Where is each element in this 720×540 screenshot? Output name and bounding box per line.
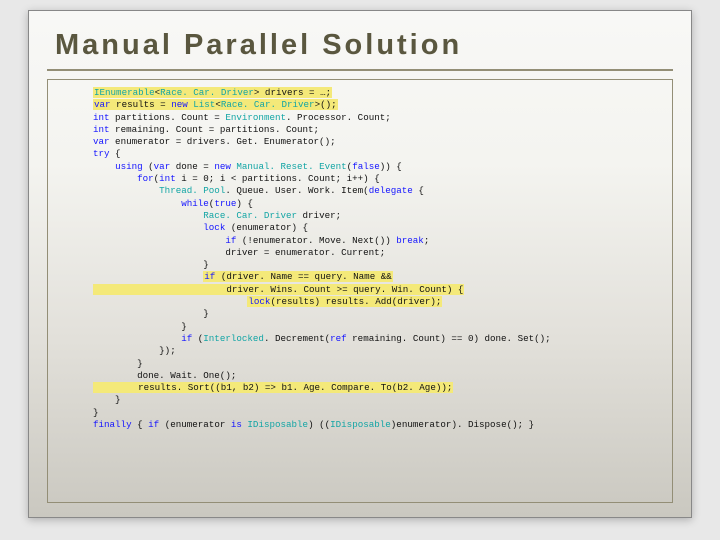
tk: )) { bbox=[380, 161, 402, 172]
tk: var bbox=[93, 136, 110, 147]
tk: { bbox=[413, 185, 424, 196]
tk: lock bbox=[248, 296, 270, 307]
code-pre: IEnumerable<Race. Car. Driver> drivers =… bbox=[93, 87, 661, 431]
tk: . Queue. User. Work. Item( bbox=[225, 185, 368, 196]
tk: while bbox=[181, 198, 209, 209]
tk: break bbox=[396, 235, 424, 246]
tk: Race. Car. Driver bbox=[221, 99, 315, 110]
tk: > drivers = …; bbox=[254, 87, 331, 98]
tk: try bbox=[93, 148, 110, 159]
tk: if bbox=[181, 333, 192, 344]
tk: Environment bbox=[225, 112, 286, 123]
tk: lock bbox=[203, 222, 225, 233]
tk: >(); bbox=[315, 99, 337, 110]
tk: var bbox=[154, 161, 171, 172]
tk bbox=[93, 222, 203, 233]
tk: is bbox=[231, 419, 242, 430]
tk: for bbox=[137, 173, 154, 184]
title-underline bbox=[47, 69, 673, 71]
tk: } bbox=[93, 358, 143, 369]
tk bbox=[93, 210, 203, 221]
tk: i = 0; i < partitions. Count; i++) { bbox=[176, 173, 380, 184]
tk: (!enumerator. Move. Next()) bbox=[236, 235, 396, 246]
tk: partitions. Count = bbox=[110, 112, 226, 123]
tk: driver. Wins. Count >= query. Win. Count… bbox=[94, 284, 463, 295]
tk: IDisposable bbox=[330, 419, 391, 430]
tk: Race. Car. Driver bbox=[203, 210, 297, 221]
tk bbox=[93, 185, 159, 196]
tk: ( bbox=[192, 333, 203, 344]
code-block: IEnumerable<Race. Car. Driver> drivers =… bbox=[93, 87, 661, 431]
tk: var bbox=[94, 99, 111, 110]
tk: finally bbox=[93, 419, 132, 430]
tk bbox=[93, 296, 247, 307]
tk: driver = enumerator. Current; bbox=[93, 247, 385, 258]
tk: } bbox=[93, 394, 121, 405]
tk: ( bbox=[143, 161, 154, 172]
tk: int bbox=[93, 112, 110, 123]
tk: Thread. Pool bbox=[159, 185, 225, 196]
tk: . Decrement( bbox=[264, 333, 330, 344]
tk: } bbox=[93, 407, 99, 418]
tk: if bbox=[204, 271, 215, 282]
tk bbox=[93, 271, 203, 282]
tk: driver; bbox=[297, 210, 341, 221]
tk bbox=[93, 198, 181, 209]
tk bbox=[93, 173, 137, 184]
tk: int bbox=[159, 173, 176, 184]
tk: done. Wait. One(); bbox=[93, 370, 236, 381]
tk: if bbox=[225, 235, 236, 246]
tk: remaining. Count = partitions. Count; bbox=[110, 124, 320, 135]
tk: (enumerator) { bbox=[225, 222, 308, 233]
tk: results = bbox=[111, 99, 172, 110]
tk: Race. Car. Driver bbox=[160, 87, 254, 98]
tk: remaining. Count) == 0) done. Set(); bbox=[347, 333, 551, 344]
tk: (driver. Name == query. Name && bbox=[215, 271, 391, 282]
tk: { bbox=[132, 419, 149, 430]
slide-title: Manual Parallel Solution bbox=[55, 29, 462, 62]
tk bbox=[93, 235, 225, 246]
tk: results. Sort((b1, b2) => b1. Age. Compa… bbox=[94, 382, 452, 393]
tk: enumerator = drivers. Get. Enumerator(); bbox=[110, 136, 336, 147]
tk: ; bbox=[424, 235, 430, 246]
tk: new bbox=[214, 161, 231, 172]
tk: { bbox=[110, 148, 121, 159]
tk: int bbox=[93, 124, 110, 135]
tk: true bbox=[214, 198, 236, 209]
tk: if bbox=[148, 419, 159, 430]
tk: false bbox=[352, 161, 380, 172]
tk: List bbox=[193, 99, 215, 110]
tk: Interlocked bbox=[203, 333, 264, 344]
tk: using bbox=[115, 161, 143, 172]
tk: } bbox=[93, 321, 187, 332]
tk: }); bbox=[93, 345, 176, 356]
tk: (enumerator bbox=[159, 419, 231, 430]
tk: (results) results. Add(driver); bbox=[270, 296, 441, 307]
tk: new bbox=[171, 99, 188, 110]
tk: ) (( bbox=[308, 419, 330, 430]
tk: IDisposable bbox=[247, 419, 308, 430]
tk bbox=[93, 161, 115, 172]
tk: )enumerator). Dispose(); } bbox=[391, 419, 534, 430]
tk: done = bbox=[170, 161, 214, 172]
tk: } bbox=[93, 259, 209, 270]
tk: IEnumerable bbox=[94, 87, 155, 98]
tk: delegate bbox=[369, 185, 413, 196]
tk bbox=[93, 333, 181, 344]
tk: ref bbox=[330, 333, 347, 344]
tk: ) { bbox=[236, 198, 253, 209]
slide: Manual Parallel Solution IEnumerable<Rac… bbox=[28, 10, 692, 518]
tk: . Processor. Count; bbox=[286, 112, 391, 123]
tk: } bbox=[93, 308, 209, 319]
tk: Manual. Reset. Event bbox=[236, 161, 346, 172]
